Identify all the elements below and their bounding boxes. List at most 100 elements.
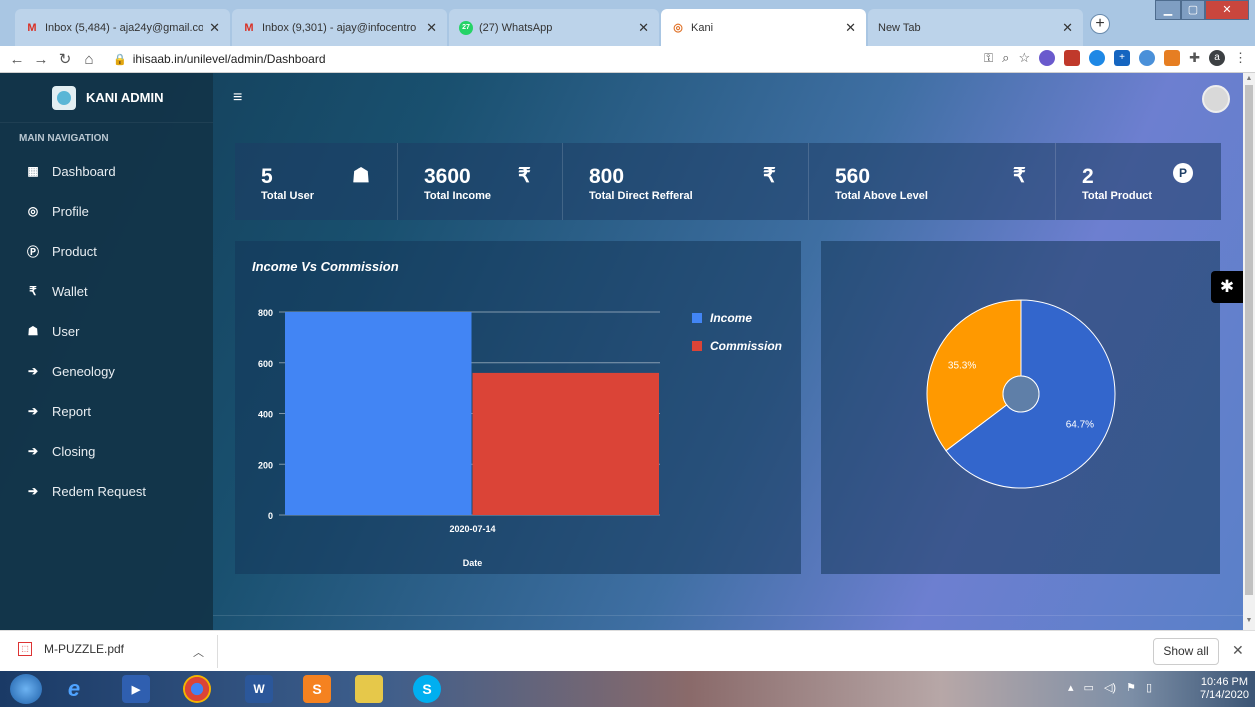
stat-value: 560 — [835, 165, 871, 188]
legend-swatch — [692, 313, 702, 323]
chrome-icon[interactable] — [183, 675, 211, 703]
close-icon[interactable]: ✕ — [845, 20, 856, 36]
puzzle-icon[interactable]: ✚ — [1189, 50, 1200, 66]
extension-icon[interactable]: + — [1114, 50, 1131, 66]
internet-explorer-icon[interactable]: e — [60, 675, 88, 703]
brand[interactable]: KANI ADMIN — [0, 73, 213, 123]
tray-expand-icon[interactable]: ▴ — [1068, 681, 1074, 694]
gear-icon[interactable]: ✱ — [1211, 271, 1243, 303]
media-player-icon[interactable]: ▶ — [122, 675, 150, 703]
sidebar-item-profile[interactable]: ◎ Profile — [0, 191, 213, 231]
scroll-up-icon[interactable]: ▲ — [1243, 75, 1255, 82]
user-icon: ☗ — [27, 324, 39, 338]
stat-total-direct-refferal: 800 Total Direct Refferal ₹ — [563, 143, 809, 220]
reload-icon[interactable]: ↻ — [53, 50, 77, 68]
skype-icon[interactable]: S — [413, 675, 441, 703]
zoom-icon[interactable]: ⌕ — [1002, 50, 1009, 66]
tab-gmail-2[interactable]: M Inbox (9,301) - ajay@infocentro ✕ — [232, 9, 447, 46]
sidebar-item-redem-request[interactable]: ➔ Redem Request — [0, 471, 213, 511]
hamburger-menu-icon[interactable]: ≡ — [233, 89, 242, 107]
close-icon[interactable]: ✕ — [426, 20, 437, 36]
close-icon[interactable]: ✕ — [209, 20, 220, 36]
sidebar-item-label: Profile — [52, 203, 89, 219]
brand-name: KANI ADMIN — [86, 90, 164, 105]
stat-value: 5 — [261, 165, 273, 188]
sidebar-item-label: Redem Request — [52, 483, 146, 499]
stat-total-product: 2 Total Product P — [1056, 143, 1221, 220]
back-icon[interactable]: ← — [5, 51, 29, 68]
legend-label: Commission — [710, 339, 782, 353]
sidebar-item-label: Product — [52, 243, 97, 259]
download-item[interactable]: ⬚ M-PUZZLE.pdf — [18, 642, 124, 656]
scroll-down-icon[interactable]: ▼ — [1243, 617, 1255, 624]
flag-icon[interactable]: ⚑ — [1126, 681, 1136, 694]
word-icon[interactable]: W — [245, 675, 273, 703]
sidebar-item-product[interactable]: Ⓟ Product — [0, 231, 213, 271]
new-tab-button[interactable]: + — [1090, 14, 1110, 34]
pie-chart: 64.7% 35.3% — [926, 299, 1116, 489]
sidebar-item-dashboard[interactable]: ▦ Dashboard — [0, 151, 213, 191]
url-field[interactable]: 🔒 ihisaab.in/unilevel/admin/Dashboard — [113, 52, 326, 66]
sidebar-item-geneology[interactable]: ➔ Geneology — [0, 351, 213, 391]
network-icon[interactable]: ▭ — [1084, 681, 1094, 694]
page-scrollbar[interactable]: ▲ ▼ — [1243, 73, 1255, 630]
scroll-thumb[interactable] — [1245, 85, 1253, 595]
bar-commission[interactable] — [472, 372, 660, 515]
stat-total-above-level: 560 Total Above Level ₹ — [809, 143, 1056, 220]
sidebar-item-label: Report — [52, 403, 92, 419]
sublime-icon[interactable]: S — [303, 675, 331, 703]
star-icon[interactable]: ☆ — [1018, 50, 1030, 66]
extension-icon[interactable] — [1164, 50, 1181, 66]
minimize-button[interactable]: ▁ — [1155, 0, 1181, 20]
sidebar-item-report[interactable]: ➔ Report — [0, 391, 213, 431]
key-icon[interactable]: ⚿ — [984, 51, 993, 66]
brand-logo-icon — [52, 85, 76, 110]
menu-dots-icon[interactable]: ⋮ — [1234, 50, 1247, 66]
maximize-button[interactable]: ▢ — [1181, 0, 1205, 20]
sidebar-item-closing[interactable]: ➔ Closing — [0, 431, 213, 471]
close-icon[interactable]: ✕ — [638, 20, 649, 36]
avatar[interactable] — [1202, 85, 1230, 113]
battery-icon[interactable]: ▯ — [1146, 681, 1152, 694]
sticky-notes-icon[interactable] — [355, 675, 383, 703]
tab-gmail-1[interactable]: M Inbox (5,484) - aja24y@gmail.co ✕ — [15, 9, 230, 46]
tab-whatsapp[interactable]: 27 (27) WhatsApp ✕ — [449, 9, 659, 46]
home-icon[interactable]: ⌂ — [77, 51, 101, 68]
extension-icon[interactable] — [1064, 50, 1081, 66]
bar-income[interactable] — [285, 312, 472, 515]
rupee-icon: ₹ — [518, 165, 531, 187]
user-icon: ☗ — [352, 165, 370, 187]
donut-hole — [1002, 375, 1040, 413]
tab-kani[interactable]: ◎ Kani ✕ — [661, 9, 866, 46]
dashboard-icon: ▦ — [27, 164, 39, 178]
stat-value: 2 — [1082, 165, 1094, 188]
stat-label: Total User — [261, 190, 314, 202]
window-close-button[interactable]: ✕ — [1205, 0, 1249, 20]
extension-icon[interactable] — [1039, 50, 1056, 66]
clock[interactable]: 10:46 PM 7/14/2020 — [1200, 676, 1249, 702]
tab-new[interactable]: New Tab ✕ — [868, 9, 1083, 46]
download-filename: M-PUZZLE.pdf — [44, 642, 125, 656]
nav-section-header: MAIN NAVIGATION — [19, 133, 109, 144]
close-icon[interactable]: ✕ — [1232, 642, 1244, 659]
sidebar-item-wallet[interactable]: ₹ Wallet — [0, 271, 213, 311]
stat-label: Total Product — [1082, 190, 1153, 202]
x-tick-label: 2020-07-14 — [449, 524, 495, 534]
start-icon[interactable] — [10, 674, 42, 704]
extension-icon[interactable] — [1089, 50, 1106, 66]
show-all-button[interactable]: Show all — [1153, 638, 1219, 665]
forward-icon[interactable]: → — [29, 51, 53, 68]
pdf-icon: ⬚ — [18, 642, 32, 656]
profile-avatar[interactable]: a — [1209, 50, 1225, 66]
sidebar-item-user[interactable]: ☗ User — [0, 311, 213, 351]
chevron-up-icon[interactable]: ︿ — [193, 644, 204, 660]
close-icon[interactable]: ✕ — [1062, 20, 1073, 36]
address-bar: ← → ↻ ⌂ 🔒 ihisaab.in/unilevel/admin/Dashb… — [0, 46, 1255, 73]
divider — [217, 635, 218, 668]
sidebar-item-label: Wallet — [52, 283, 88, 299]
stat-total-income: 3600 Total Income ₹ — [398, 143, 563, 220]
rupee-icon: ₹ — [29, 284, 37, 298]
stat-total-user: 5 Total User ☗ — [235, 143, 398, 220]
extension-icon[interactable] — [1139, 50, 1156, 66]
volume-icon[interactable]: ◁) — [1104, 681, 1116, 694]
